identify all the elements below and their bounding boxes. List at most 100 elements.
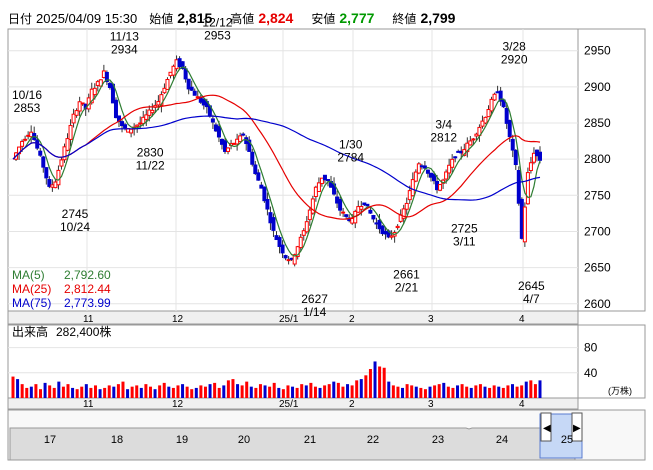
overview-label: 23 <box>432 434 444 446</box>
volume-bar <box>199 385 203 398</box>
ma-legend-value: 2,792.60 <box>64 268 111 282</box>
price-tick-label: 2650 <box>584 261 611 275</box>
volume-bar <box>167 386 171 398</box>
candle-body <box>44 167 49 179</box>
volume-bar <box>71 387 75 398</box>
volume-bar <box>456 385 460 398</box>
volume-bar <box>190 389 194 398</box>
candle-body <box>338 198 343 211</box>
candle-body <box>395 225 400 229</box>
volume-panel: 80 40 (万株) 出来高 282,400株 11 12 25/1 2 3 4 <box>8 324 632 410</box>
volume-bar <box>382 367 386 398</box>
volume-bar <box>524 381 528 398</box>
annotation-date: 4/7 <box>523 292 540 306</box>
volume-bar <box>410 385 414 398</box>
candle-body <box>238 135 243 143</box>
candle-body <box>183 68 188 80</box>
volume-bar <box>126 389 130 398</box>
volume-bar <box>442 382 446 398</box>
date-tick-label: 3 <box>428 314 434 325</box>
candle-body <box>522 206 527 243</box>
candle-body <box>304 221 309 233</box>
volume-bar <box>332 381 336 398</box>
candle-body <box>189 86 194 91</box>
price-tick-label: 2850 <box>584 116 611 130</box>
volume-bar <box>401 387 405 398</box>
volume-bar <box>208 384 212 398</box>
candle-body <box>368 209 373 214</box>
date-tick-label: 11 <box>83 314 94 325</box>
volume-bar <box>236 384 240 398</box>
overview-handle-right-glyph: ▶ <box>573 423 581 434</box>
volume-bar <box>34 384 38 398</box>
price-tick-label: 2800 <box>584 152 611 166</box>
volume-bar <box>263 385 267 398</box>
candle-body <box>404 202 409 210</box>
annotation-price: 2934 <box>111 42 138 56</box>
date-tick-label: 25/1 <box>279 314 299 325</box>
volume-bar <box>419 387 423 398</box>
candle-body <box>316 182 321 193</box>
overview-label: 20 <box>238 434 250 446</box>
annotation-date: 1/30 <box>339 138 363 152</box>
overview-label: 21 <box>304 434 316 446</box>
candle-body <box>365 203 370 207</box>
candle-body <box>359 205 364 210</box>
overview-area <box>9 427 576 461</box>
volume-bar <box>378 366 382 398</box>
volume-bar <box>185 386 189 398</box>
volume-bar <box>501 387 505 398</box>
volume-bar <box>295 387 299 398</box>
overview-label: 19 <box>176 434 188 446</box>
volume-bar <box>355 380 359 398</box>
annotation-price: 2784 <box>337 151 364 165</box>
volume-bar <box>497 386 501 398</box>
annotation-price: 2661 <box>393 268 420 282</box>
volume-bar <box>318 387 322 398</box>
volume-bar <box>116 384 120 398</box>
annotation-date: 3/28 <box>503 39 527 53</box>
candle-body <box>23 138 28 141</box>
volume-bar <box>139 387 143 398</box>
candle-body <box>422 165 427 169</box>
volume-bar <box>391 385 395 398</box>
candle-body <box>226 147 231 152</box>
volume-bar <box>98 389 102 398</box>
volume-bar <box>135 385 139 398</box>
volume-bar <box>75 389 79 398</box>
volume-bar <box>460 384 464 398</box>
annotation-date: 11/13 <box>110 29 139 43</box>
candle-body <box>20 140 25 147</box>
candle-body <box>253 164 258 175</box>
volume-bar <box>437 384 441 398</box>
candle-body <box>135 124 140 127</box>
annotation-price: 2830 <box>137 145 164 159</box>
volume-bar <box>405 384 409 398</box>
volume-bar <box>103 387 107 398</box>
volume-bar <box>213 382 217 398</box>
date-tick-label: 12 <box>172 314 184 325</box>
volume-bar <box>107 385 111 398</box>
candle-body <box>56 169 61 186</box>
candle-body <box>65 138 70 151</box>
volume-bar <box>277 387 281 398</box>
candle-body <box>538 151 542 161</box>
volume-bar <box>176 385 180 398</box>
candle-body <box>344 214 349 217</box>
volume-bar <box>258 384 262 398</box>
volume-bar <box>52 387 56 398</box>
candle-body <box>165 78 170 90</box>
ma-legend-name: MA(25) <box>12 282 51 296</box>
volume-bar <box>414 386 418 398</box>
candle-body <box>271 217 276 231</box>
volume-bar <box>144 384 148 398</box>
volume-bar <box>469 387 473 398</box>
overview-label: 25 <box>561 434 573 446</box>
volume-bar <box>153 389 157 398</box>
volume-bar <box>465 386 469 398</box>
annotation-date: 12/12 <box>202 16 232 30</box>
volume-bar <box>148 386 152 398</box>
candle-body <box>129 128 134 134</box>
volume-bar <box>520 385 524 398</box>
candle-body <box>510 138 515 151</box>
